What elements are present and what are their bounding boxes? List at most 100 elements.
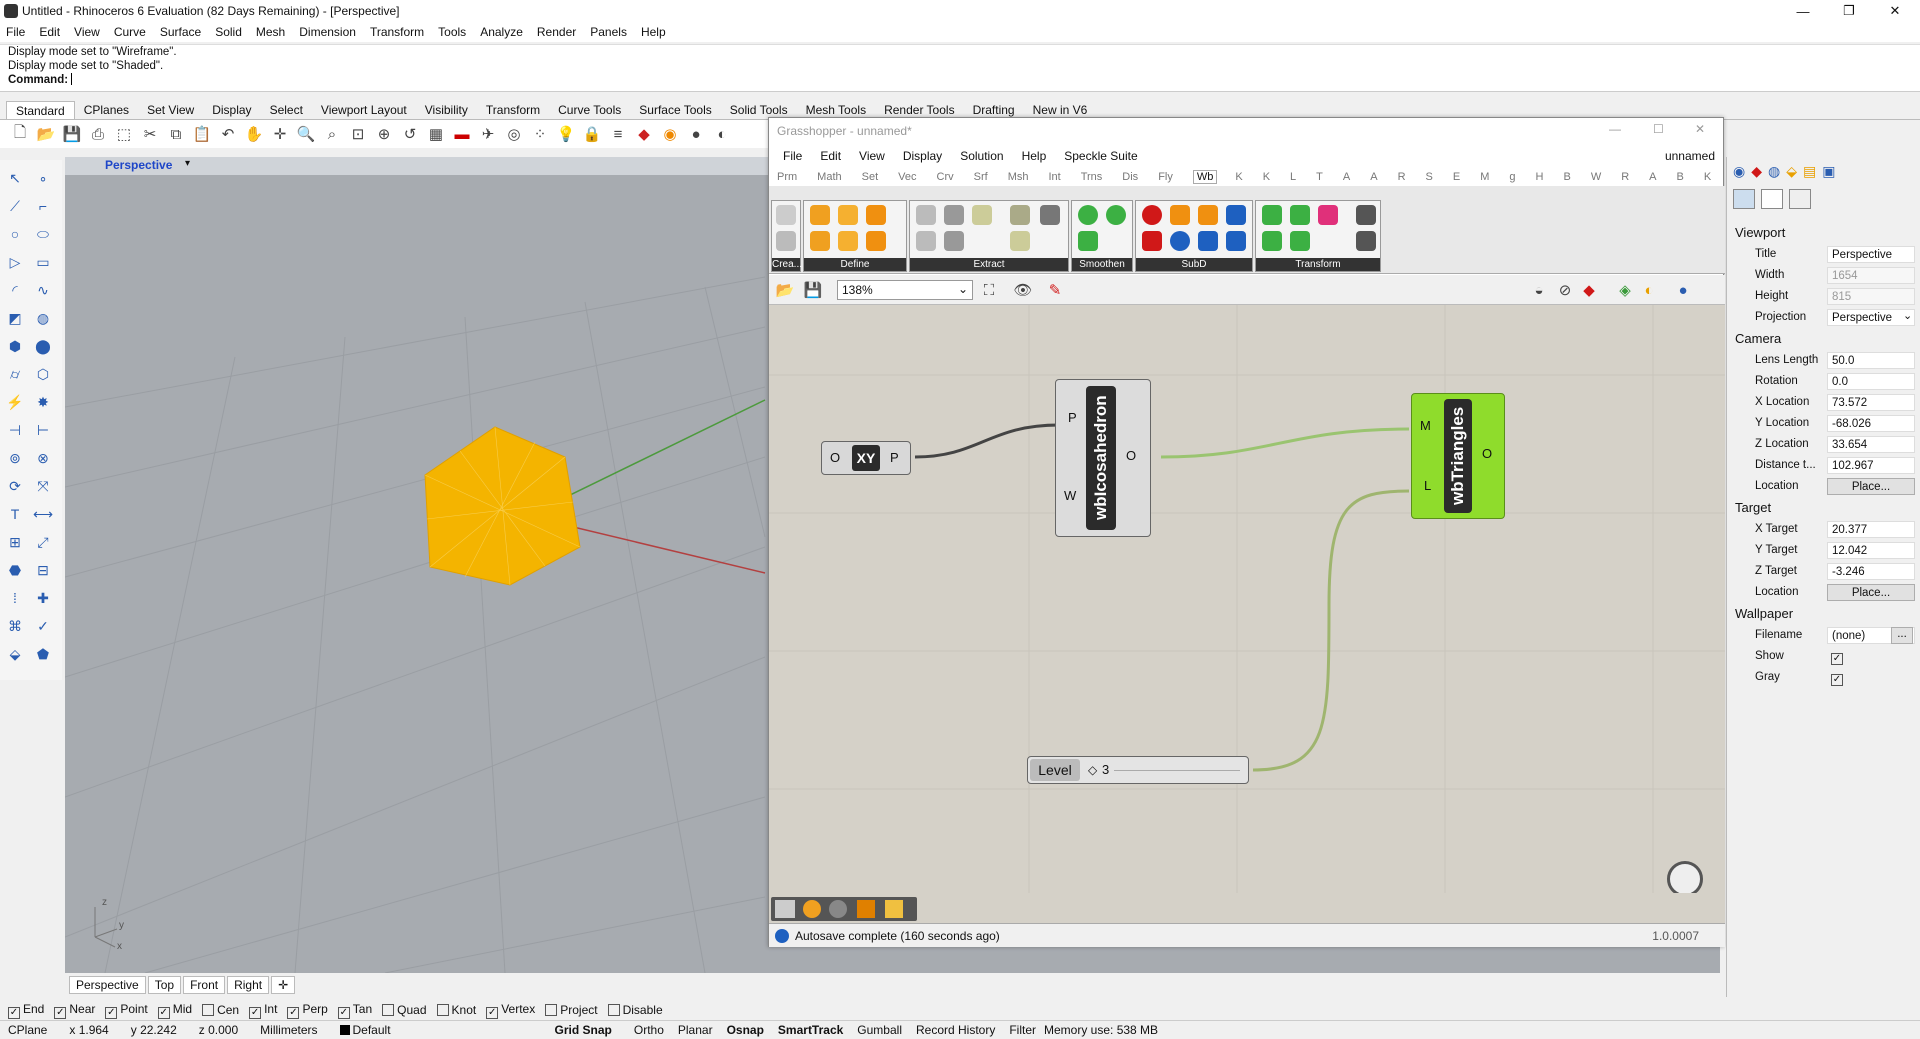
display-settings-icon[interactable]: ● <box>1673 280 1693 300</box>
prop-value[interactable]: 73.572 <box>1827 394 1915 411</box>
zoom-dropdown[interactable]: 138% ⌄ <box>837 280 973 300</box>
menu-view[interactable]: View <box>74 25 100 39</box>
wb-extract2-icon[interactable] <box>944 205 964 225</box>
prop-value[interactable]: Perspective <box>1827 246 1915 263</box>
command-input[interactable] <box>71 73 73 85</box>
osnap-cen[interactable]: Cen <box>202 1003 239 1017</box>
wb-extract6-icon[interactable] <box>916 231 936 251</box>
rotate-view-icon[interactable]: ✛ <box>270 124 290 144</box>
gh-menu-display[interactable]: Display <box>903 149 942 163</box>
checkbox-icon[interactable] <box>607 1004 620 1016</box>
environment-tab-icon[interactable]: ◍ <box>1768 163 1780 183</box>
gh-tab[interactable]: Msh <box>1008 171 1029 183</box>
viewport-title[interactable]: Perspective <box>105 158 172 172</box>
checkbox-icon[interactable] <box>436 1004 449 1016</box>
undo-icon[interactable]: ↶ <box>218 124 238 144</box>
toggle-gumball[interactable]: Gumball <box>857 1023 902 1037</box>
checkbox-icon[interactable]: ✓ <box>157 1006 170 1019</box>
gh-canvas[interactable]: O XY P P W wbIcosahedron O M L wbTriangl… <box>769 305 1725 913</box>
grid-array-icon[interactable]: ⁞ <box>4 588 26 608</box>
render-icon[interactable]: ◐ <box>712 124 732 144</box>
prop-value[interactable]: 20.377 <box>1827 521 1915 538</box>
tab-set-view[interactable]: Set View <box>138 101 203 119</box>
explode-icon[interactable]: ✸ <box>32 392 54 412</box>
wb-subd7-icon[interactable] <box>1198 231 1218 251</box>
gh-bake-icon[interactable] <box>775 900 795 918</box>
menu-panels[interactable]: Panels <box>590 25 627 39</box>
prop-value[interactable]: 12.042 <box>1827 542 1915 559</box>
text-icon[interactable]: T <box>4 504 26 524</box>
checkbox-icon[interactable]: ✓ <box>249 1006 262 1019</box>
wb-smooth1-icon[interactable] <box>1078 205 1098 225</box>
point-icon[interactable]: ∘ <box>32 168 54 188</box>
wb-transform5-icon[interactable] <box>1262 231 1282 251</box>
gh-tab[interactable]: M <box>1480 171 1489 183</box>
wb-icosahedron-component[interactable]: P W wbIcosahedron O <box>1055 379 1151 537</box>
gh-tab[interactable]: A <box>1343 171 1350 183</box>
xy-input-port[interactable]: O <box>830 450 840 465</box>
zoom-extents-icon[interactable]: ⛶ <box>979 280 999 300</box>
wire-display-icon[interactable]: ⊘ <box>1555 280 1575 300</box>
gh-maximize-icon[interactable]: ☐ <box>1653 122 1664 136</box>
open-file-icon[interactable]: 📂 <box>36 124 56 144</box>
gh-tab[interactable]: Prm <box>777 171 797 183</box>
osnap-end[interactable]: ✓ End <box>8 1002 44 1019</box>
toggle-smarttrack[interactable]: SmartTrack <box>778 1023 843 1037</box>
menu-mesh[interactable]: Mesh <box>256 25 285 39</box>
gh-menu-speckle[interactable]: Speckle Suite <box>1064 149 1137 163</box>
wb-subd4-icon[interactable] <box>1226 205 1246 225</box>
wb-transform1-icon[interactable] <box>1262 205 1282 225</box>
ruler-icon[interactable]: ⊟ <box>32 560 54 580</box>
zoom-icon[interactable]: 🔍 <box>296 124 316 144</box>
checkbox-icon[interactable]: ✓ <box>337 1006 350 1019</box>
status-cplane[interactable]: CPlane <box>8 1023 47 1037</box>
wb-subd1-icon[interactable] <box>1142 205 1162 225</box>
print-icon[interactable]: ⎙ <box>88 124 108 144</box>
fillet-icon[interactable]: ⚡ <box>4 392 26 412</box>
grid-icon[interactable]: ▦ <box>426 124 446 144</box>
gh-tab[interactable]: Vec <box>898 171 916 183</box>
preview-eye-icon[interactable]: 👁 <box>1013 280 1033 300</box>
wb-tetra-icon[interactable] <box>866 205 886 225</box>
ico-input-w-port[interactable]: W <box>1064 488 1076 503</box>
wb-transform7-icon[interactable] <box>1356 231 1376 251</box>
rectangle-icon[interactable]: ▭ <box>32 252 54 272</box>
gh-menu-file[interactable]: File <box>783 149 802 163</box>
gh-tab[interactable]: A <box>1649 171 1656 183</box>
toggle-filter[interactable]: Filter <box>1009 1023 1036 1037</box>
block-icon[interactable]: ⬣ <box>4 560 26 580</box>
menu-curve[interactable]: Curve <box>114 25 146 39</box>
checkbox-icon[interactable]: ✓ <box>287 1006 300 1019</box>
menu-help[interactable]: Help <box>641 25 666 39</box>
rotate-icon[interactable]: ⟳ <box>4 476 26 496</box>
gh-tab[interactable]: A <box>1370 171 1377 183</box>
gh-tab[interactable]: Trns <box>1081 171 1103 183</box>
wb-subd3-icon[interactable] <box>1198 205 1218 225</box>
gh-tab[interactable]: B <box>1563 171 1570 183</box>
tab-transform[interactable]: Transform <box>477 101 549 119</box>
line-icon[interactable]: ⌐ <box>32 196 54 216</box>
wb-octa-icon[interactable] <box>810 231 830 251</box>
analyze-icon[interactable]: ⌘ <box>4 616 26 636</box>
wb-extract1-icon[interactable] <box>916 205 936 225</box>
wb-subd8-icon[interactable] <box>1226 231 1246 251</box>
gh-doc-name[interactable]: unnamed <box>1665 149 1715 163</box>
display-tab-icon[interactable]: ▣ <box>1822 163 1835 183</box>
split-icon[interactable]: ⊢ <box>32 420 54 440</box>
gh-tab[interactable]: Fly <box>1158 171 1173 183</box>
target-icon[interactable]: ◎ <box>504 124 524 144</box>
gh-tab[interactable]: E <box>1453 171 1460 183</box>
gh-tab[interactable]: Wb <box>1192 170 1218 184</box>
wb-transform6-icon[interactable] <box>1290 231 1310 251</box>
gh-options-icon[interactable] <box>829 900 847 918</box>
dimension-icon[interactable]: ⟷ <box>32 504 54 524</box>
osnap-perp[interactable]: ✓ Perp <box>287 1002 328 1019</box>
gh-tab[interactable]: Int <box>1048 171 1060 183</box>
wb-transform4-icon[interactable] <box>1356 205 1376 225</box>
color-wheel-icon[interactable]: ◉ <box>660 124 680 144</box>
prop-value[interactable]: 33.654 <box>1827 436 1915 453</box>
prop-value[interactable]: -3.246 <box>1827 563 1915 580</box>
osnap-knot[interactable]: Knot <box>436 1003 476 1017</box>
projection-chevron-down-icon[interactable]: ⌄ <box>1903 309 1912 322</box>
osnap-disable[interactable]: Disable <box>607 1003 663 1017</box>
